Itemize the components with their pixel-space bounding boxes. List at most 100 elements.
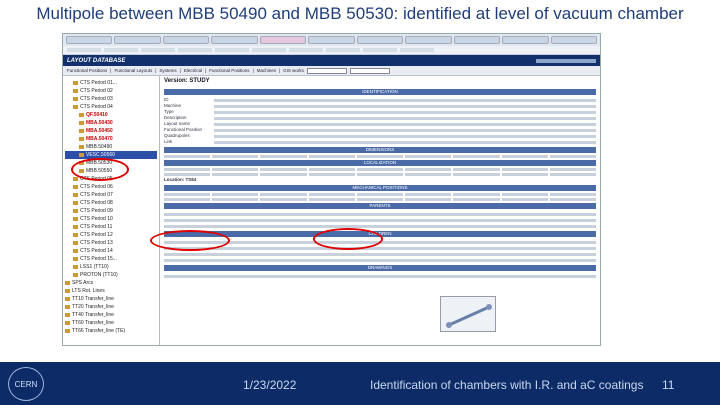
tree-item[interactable]: CTS Period 07 bbox=[65, 191, 157, 199]
tree-item[interactable]: TT20 Transfer_line bbox=[65, 303, 157, 311]
tree-item[interactable]: CTS Period 10 bbox=[65, 215, 157, 223]
tree-item-label: CTS Period 09 bbox=[80, 208, 113, 214]
favorites-bar[interactable] bbox=[63, 46, 600, 55]
element-details: Version: STUDY IDENTIFICATION ID Machine… bbox=[160, 76, 600, 345]
folder-icon bbox=[65, 320, 70, 325]
location-label: Location: TS84 bbox=[164, 177, 197, 182]
tree-item[interactable]: MBA.50450 bbox=[65, 127, 157, 135]
tree-item[interactable]: MBB.50490 bbox=[65, 143, 157, 151]
tree-item-label: MBB.50490 bbox=[86, 144, 113, 150]
tree-item[interactable]: QF.50410 bbox=[65, 111, 157, 119]
dimensions-grid bbox=[164, 155, 596, 158]
folder-icon bbox=[73, 200, 78, 205]
tree-item[interactable]: CTS Period 03 bbox=[65, 95, 157, 103]
tree-item-label: CTS Period 12 bbox=[80, 232, 113, 238]
folder-icon bbox=[79, 152, 84, 157]
tree-item-label: CTS Period 10 bbox=[80, 216, 113, 222]
tree-item[interactable]: LTS Rot. Lines bbox=[65, 287, 157, 295]
tree-item[interactable]: TT10 Transfer_line bbox=[65, 295, 157, 303]
tree-item[interactable]: CTS Period 15... bbox=[65, 255, 157, 263]
tree-item[interactable]: LSS1 (TT10) bbox=[65, 263, 157, 271]
section-header: LOCALIZATION bbox=[164, 160, 596, 166]
tree-item[interactable]: CTS Period 06 bbox=[65, 183, 157, 191]
tree-item[interactable]: MBA.50430 bbox=[65, 119, 157, 127]
parent-row[interactable] bbox=[164, 212, 596, 216]
folder-icon bbox=[73, 96, 78, 101]
app-menu[interactable]: Functional Positions | Functional Layouts… bbox=[63, 66, 600, 76]
tree-item-label: TT60 Transfer_line bbox=[72, 320, 114, 326]
parent-row[interactable] bbox=[164, 218, 596, 222]
tree-item[interactable]: CTS Period 14 bbox=[65, 247, 157, 255]
tree-item-label: CTS Period 08 bbox=[80, 200, 113, 206]
folder-icon bbox=[73, 264, 78, 269]
tree-item-label: TT40 Transfer_line bbox=[72, 312, 114, 318]
tree-item-label: CTS Period 11 bbox=[80, 224, 113, 230]
folder-icon bbox=[73, 216, 78, 221]
search-select[interactable] bbox=[306, 67, 347, 74]
field-value bbox=[214, 104, 596, 108]
parent-row[interactable] bbox=[164, 224, 596, 228]
tree-item[interactable]: SPS Arcs bbox=[65, 279, 157, 287]
tree-item[interactable]: TT66 Transfer_line (TE) bbox=[65, 327, 157, 335]
field-value bbox=[214, 122, 596, 126]
menu-item[interactable]: Electrical bbox=[184, 68, 202, 73]
tree-item-label: CTS Period 02 bbox=[80, 88, 113, 94]
folder-icon bbox=[65, 296, 70, 301]
folder-icon bbox=[73, 88, 78, 93]
search-input[interactable] bbox=[349, 67, 390, 74]
section-header: DRAWINGS bbox=[164, 265, 596, 271]
tree-item[interactable]: TT40 Transfer_line bbox=[65, 311, 157, 319]
menu-item[interactable]: Machines bbox=[257, 68, 276, 73]
tree-item[interactable]: CTS Period 01... bbox=[65, 79, 157, 87]
tree-item[interactable]: CTS Period 09 bbox=[65, 207, 157, 215]
child-row[interactable] bbox=[164, 258, 596, 262]
folder-icon bbox=[73, 240, 78, 245]
tree-item-label: TT66 Transfer_line (TE) bbox=[72, 328, 126, 334]
folder-icon bbox=[73, 192, 78, 197]
browser-tab-bar[interactable] bbox=[63, 34, 600, 46]
tree-item[interactable]: CTS Period 13 bbox=[65, 239, 157, 247]
tree-item-label: CTS Period 03 bbox=[80, 96, 113, 102]
highlight-ellipse bbox=[71, 158, 129, 181]
tree-item[interactable]: PROTON (TT10) bbox=[65, 271, 157, 279]
layout-tree[interactable]: CTS Period 01... CTS Period 02 CTS Period … bbox=[63, 76, 160, 345]
highlight-ellipse bbox=[313, 228, 383, 250]
field-value bbox=[214, 140, 596, 144]
child-row[interactable] bbox=[164, 252, 596, 256]
tree-item[interactable]: CTS Period 08 bbox=[65, 199, 157, 207]
folder-icon bbox=[79, 136, 84, 141]
tree-item[interactable]: TT60 Transfer_line bbox=[65, 319, 157, 327]
folder-icon bbox=[73, 176, 78, 181]
tree-item-label: CTS Period 14 bbox=[80, 248, 113, 254]
folder-icon bbox=[73, 184, 78, 189]
banner-links[interactable] bbox=[536, 58, 596, 63]
folder-icon bbox=[73, 256, 78, 261]
tree-item[interactable]: CTS Period 11 bbox=[65, 223, 157, 231]
field-value bbox=[214, 128, 596, 132]
tree-item[interactable]: CTS Period 02 bbox=[65, 87, 157, 95]
tree-item-label: CTS Period 06 bbox=[80, 184, 113, 190]
tree-item[interactable]: CTS Period 04 bbox=[65, 103, 157, 111]
tree-item[interactable]: CTS Period 12 bbox=[65, 231, 157, 239]
menu-item[interactable]: Functional Positions bbox=[209, 68, 249, 73]
folder-icon bbox=[73, 272, 78, 277]
menu-item[interactable]: Functional Layouts bbox=[114, 68, 152, 73]
section-header: DIMENSIONS bbox=[164, 147, 596, 153]
tree-item[interactable]: MBA.50470 bbox=[65, 135, 157, 143]
localization-grid bbox=[164, 168, 596, 176]
tree-item-label: CTS Period 13 bbox=[80, 240, 113, 246]
database-screenshot: LAYOUT DATABASE Functional Positions | Fu… bbox=[62, 33, 601, 346]
drawing-row[interactable] bbox=[164, 274, 596, 278]
menu-item[interactable]: GIS works bbox=[283, 68, 304, 73]
folder-icon bbox=[73, 80, 78, 85]
folder-icon bbox=[79, 144, 84, 149]
tree-item-label: LSS1 (TT10) bbox=[80, 264, 109, 270]
menu-item[interactable]: Systems bbox=[159, 68, 176, 73]
tree-item-label: LTS Rot. Lines bbox=[72, 288, 105, 294]
tree-item-label: QF.50410 bbox=[86, 112, 108, 118]
menu-item[interactable]: Functional Positions bbox=[67, 68, 107, 73]
child-row[interactable] bbox=[164, 246, 596, 250]
tree-item[interactable]: VESC.50560 bbox=[65, 151, 157, 159]
cern-logo: CERN bbox=[8, 367, 44, 401]
folder-icon bbox=[73, 208, 78, 213]
